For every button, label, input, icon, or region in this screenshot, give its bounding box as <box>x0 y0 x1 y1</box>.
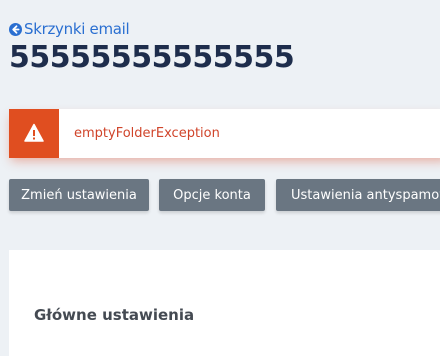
page: Skrzynki email 55555555555555 emptyFolde… <box>0 0 440 356</box>
back-link-label[interactable]: Skrzynki email <box>24 20 130 38</box>
page-title: 55555555555555 <box>9 40 295 75</box>
error-alert: emptyFolderException <box>9 109 440 158</box>
alert-icon-box <box>9 109 59 158</box>
warning-icon <box>24 123 44 142</box>
account-options-button[interactable]: Opcje konta <box>159 179 265 211</box>
antispam-settings-button[interactable]: Ustawienia antyspamowe <box>276 179 440 211</box>
main-settings-card: Główne ustawienia <box>9 250 440 356</box>
card-title: Główne ustawienia <box>34 306 195 324</box>
alert-message: emptyFolderException <box>74 126 220 141</box>
change-settings-button[interactable]: Zmień ustawienia <box>9 179 149 211</box>
back-to-mailboxes-link[interactable]: Skrzynki email <box>9 20 130 38</box>
arrow-left-circle-icon <box>9 22 22 36</box>
